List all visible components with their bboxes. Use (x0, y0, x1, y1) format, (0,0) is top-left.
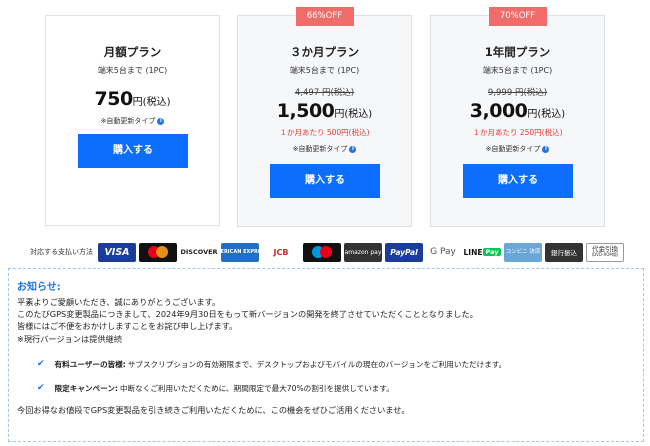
price-unit: 円(税込) (527, 109, 566, 120)
notice-line: 平素よりご愛顧いただき、誠にありがとうございます。 (17, 297, 221, 307)
notice-bullets: ✔ 有料ユーザーの皆様: サブスクリプションの有効期限まで、デスクトップおよびモバ… (37, 359, 635, 394)
plan-card-1year: 70%OFF 1年間プラン 端末5台まで (1PC) 9,999 円(税込) 3… (430, 7, 605, 227)
pricing-plans: 月額プラン 端末5台まで (1PC) 750円(税込) ※自動更新タイプ i 購入… (0, 0, 650, 232)
bullet-bold: 限定キャンペーン: (54, 383, 118, 393)
price-amount: 750 (94, 88, 134, 110)
price-amount: 3,000 (469, 100, 528, 122)
bullet-body: サブスクリプションの有効期限まで、デスクトップおよびモバイルの現在のバージョンを… (127, 359, 507, 369)
jcb-logo: JCB (262, 242, 300, 262)
per-month-price: １か月あたり 250円(税込) (472, 128, 563, 137)
maestro-logo (303, 242, 341, 262)
info-icon[interactable]: i (157, 118, 165, 125)
discount-badge: 70%OFF (488, 7, 547, 26)
bullet-body: 中断なくご利用いただくために、期間限定で最大70%の割引を提供しています。 (119, 383, 394, 393)
line-pay-line-text: LINE (463, 247, 483, 257)
mastercard-logo (139, 242, 177, 262)
renewal-text: ※自動更新タイプ (292, 145, 348, 153)
payment-methods: 対応する支払い方法 VISA DISCOVER AMERICAN EXPRESS… (30, 242, 630, 262)
discount-badge: 66%OFF (295, 7, 354, 26)
plan-price: 750円(税込) (46, 88, 219, 110)
plan-name: ３か月プラン (290, 45, 359, 59)
maestro-red-circle (320, 246, 332, 258)
plan-devices: 端末5台まで (1PC) (97, 66, 168, 75)
bullet-text: 有料ユーザーの皆様: サブスクリプションの有効期限まで、デスクトップおよびモバイル… (55, 359, 507, 370)
plan-devices: 端末5台まで (1PC) (482, 66, 553, 75)
buy-button-monthly[interactable]: 購入する (78, 134, 188, 168)
discover-logo: DISCOVER (180, 242, 218, 262)
renewal-text: ※自動更新タイプ (485, 145, 541, 153)
plan-price: 1,500円(税込) (238, 100, 411, 122)
price-unit: 円(税込) (334, 109, 373, 120)
paypal-logo: PayPal (385, 242, 423, 262)
notice-closing: 今回お得なお値段でGPS変更製品を引き続きご利用いただくために、この機会をぜひご… (17, 404, 410, 415)
renewal-text: ※自動更新タイプ (100, 117, 156, 125)
plan-name: 月額プラン (103, 45, 162, 59)
original-price: 9,999 円(税込) (487, 88, 548, 98)
check-icon: ✔ (37, 382, 45, 393)
original-price: 4,497 円(税込) (294, 88, 355, 98)
notice-title: お知らせ: (17, 282, 61, 293)
info-icon[interactable]: i (542, 146, 550, 153)
buy-button-3months[interactable]: 購入する (270, 164, 380, 198)
bullet-text: 限定キャンペーン: 中断なくご利用いただくために、期間限定で最大70%の割引を提供… (55, 383, 394, 394)
buy-button-1year[interactable]: 購入する (463, 164, 573, 198)
amex-logo: AMERICAN EXPRESS (221, 242, 259, 262)
convenience-store-payment-logo: コンビニ 決済 (504, 242, 542, 262)
price-unit: 円(税込) (132, 97, 171, 108)
bullet-bold: 有料ユーザーの皆様: (54, 359, 126, 369)
plan-card-3months: 66%OFF ３か月プラン 端末5台まで (1PC) 4,497 円(税込) 1… (237, 7, 412, 227)
renewal-note: ※自動更新タイプ i (238, 144, 411, 154)
notice-line: ※現行バージョンは提供継続 (17, 333, 122, 344)
notice-line: 皆様にはご不便をおかけしますことをお詫び申し上げます。 (17, 321, 238, 332)
visa-logo: VISA (98, 242, 136, 262)
google-pay-logo: G Pay (426, 242, 460, 262)
renewal-note: ※自動更新タイプ i (46, 116, 219, 126)
info-icon[interactable]: i (349, 146, 357, 153)
renewal-note: ※自動更新タイプ i (431, 144, 604, 154)
notice-line: このたびGPS変更製品につきまして、2024年9月30日をもって新バージョンの開… (17, 309, 478, 320)
cod-subtext: (DVD-ROM版) (591, 252, 619, 257)
plan-devices: 端末5台まで (1PC) (289, 66, 360, 75)
notice-box: お知らせ: 平素よりご愛顧いただき、誠にありがとうございます。 このたびGPS変… (8, 268, 644, 442)
check-icon: ✔ (37, 358, 45, 369)
plan-price: 3,000円(税込) (431, 100, 604, 122)
plan-card-monthly: 月額プラン 端末5台まで (1PC) 750円(税込) ※自動更新タイプ i 購入… (45, 15, 220, 226)
line-pay-pay-text: Pay (483, 248, 501, 256)
payment-methods-label: 対応する支払い方法 (30, 248, 93, 256)
per-month-price: １か月あたり 500円(税込) (279, 128, 370, 137)
mastercard-orange-circle (156, 246, 168, 258)
line-pay-logo: LINE Pay (463, 242, 501, 262)
plan-name: 1年間プラン (484, 45, 551, 59)
notice-bullet-item: ✔ 限定キャンペーン: 中断なくご利用いただくために、期間限定で最大70%の割引を… (37, 383, 635, 394)
bank-transfer-logo: 銀行振込 (545, 242, 583, 262)
cash-on-delivery-logo: 代金引換 (DVD-ROM版) (586, 242, 624, 262)
amazon-pay-logo: amazon pay (344, 242, 382, 262)
price-amount: 1,500 (276, 100, 335, 122)
notice-bullet-item: ✔ 有料ユーザーの皆様: サブスクリプションの有効期限まで、デスクトップおよびモバ… (37, 359, 635, 370)
